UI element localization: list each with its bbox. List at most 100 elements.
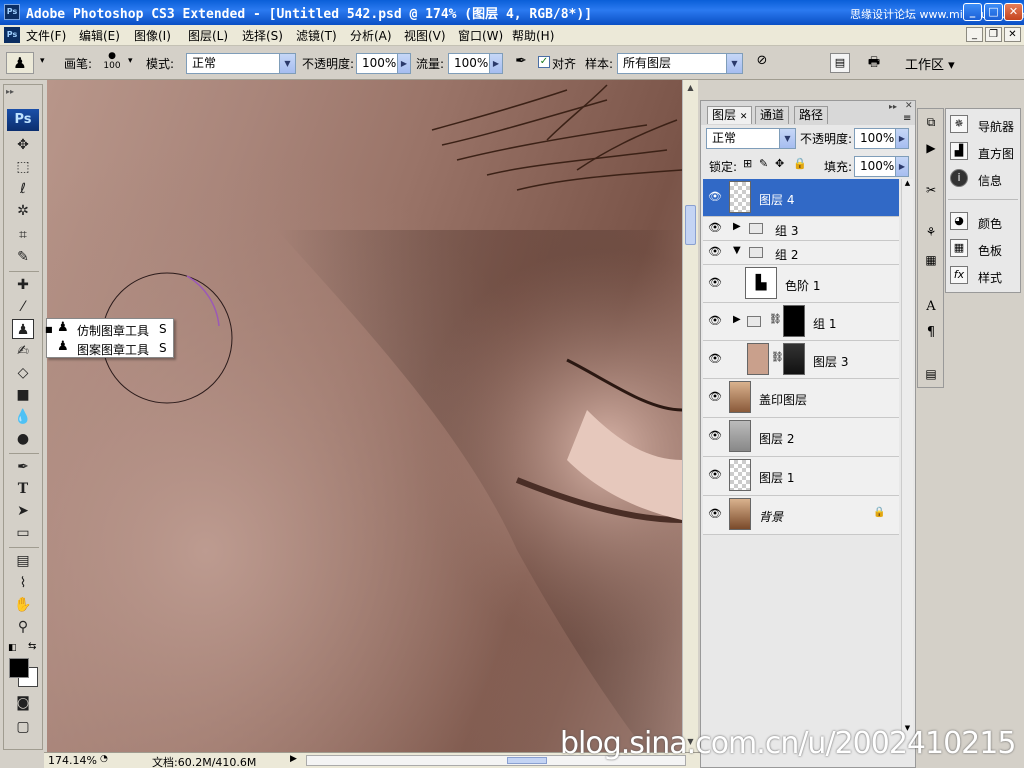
dock-styles[interactable]: fx 样式	[950, 266, 1020, 288]
layer-row-background[interactable]: 👁 背景 🔒	[703, 496, 899, 535]
menu-filter[interactable]: 滤镜(T)	[296, 27, 337, 44]
layer-row-group2[interactable]: 👁 ▼ 组 2	[703, 241, 899, 265]
layer-opacity-slider-button[interactable]: ▶	[895, 128, 909, 149]
dock-color[interactable]: ◕ 颜色	[950, 212, 1020, 234]
clone-stamp-tool[interactable]: ♟	[12, 319, 34, 339]
dock-histogram[interactable]: ▟ 直方图	[950, 142, 1020, 164]
blend-mode-select[interactable]: 正常 ▼	[706, 128, 796, 149]
hand-tool[interactable]: ✋	[12, 595, 34, 615]
tab-paths[interactable]: 路径	[794, 106, 829, 124]
workspace-menu[interactable]: 工作区 ▾	[905, 54, 955, 73]
character-panel-icon[interactable]: A	[922, 299, 940, 317]
preset-dropdown-icon[interactable]: ▾	[40, 56, 45, 66]
layer-row-group3[interactable]: 👁 ▶ 组 3	[703, 217, 899, 241]
eye-icon[interactable]: 👁	[707, 276, 723, 292]
layer-opacity-input[interactable]: 100%	[854, 128, 896, 149]
menu-analysis[interactable]: 分析(A)	[350, 27, 392, 44]
flyout-item-pattern-stamp[interactable]: ♟ 图案图章工具 S	[47, 339, 173, 358]
paragraph-panel-icon[interactable]: ¶	[922, 325, 940, 343]
minimize-button[interactable]: _	[963, 3, 982, 21]
layers-scrollbar[interactable]: ▲ ▼	[901, 179, 913, 739]
document-manager-icon[interactable]: 🖶	[862, 53, 886, 73]
brushes-panel-icon[interactable]: ⚘	[922, 225, 940, 243]
eye-icon[interactable]: 👁	[707, 314, 723, 330]
opacity-slider-button[interactable]: ▶	[397, 53, 411, 74]
scroll-up-icon[interactable]: ▲	[902, 179, 913, 191]
move-tool[interactable]: ✥	[12, 135, 34, 155]
crop-tool[interactable]: ⌗	[12, 225, 34, 245]
history-brush-tool[interactable]: ✍	[12, 341, 34, 361]
flow-input[interactable]: 100%	[448, 53, 490, 74]
panel-close-icon[interactable]: ✕	[905, 101, 913, 111]
menu-file[interactable]: 文件(F)	[26, 27, 66, 44]
lasso-tool[interactable]: ℓ	[12, 179, 34, 199]
menu-window[interactable]: 窗口(W)	[458, 27, 503, 44]
scroll-up-icon[interactable]: ▲	[684, 81, 697, 95]
mode-select[interactable]: 正常 ▼	[186, 53, 296, 74]
expand-arrow-icon[interactable]: ▶	[733, 314, 741, 325]
lock-pixels-icon[interactable]: ✎	[759, 157, 768, 170]
fill-slider-button[interactable]: ▶	[895, 156, 909, 177]
expand-arrow-icon[interactable]: ▶	[733, 221, 741, 232]
menu-view[interactable]: 视图(V)	[404, 27, 446, 44]
ignore-adjustment-layers-icon[interactable]: ⊘	[752, 53, 772, 73]
scroll-thumb[interactable]	[507, 757, 547, 764]
ps-logo[interactable]: Ps	[7, 109, 39, 131]
marquee-tool[interactable]: ⬚	[12, 157, 34, 177]
document-icon[interactable]: Ps	[4, 27, 20, 43]
dodge-tool[interactable]: ●	[12, 429, 34, 449]
panel-menu-icon[interactable]: ≡	[903, 113, 911, 124]
panel-collapse-icon[interactable]: ▸▸	[889, 102, 897, 111]
tab-layers[interactable]: 图层 ✕	[707, 106, 753, 124]
path-selection-tool[interactable]: ➤	[12, 501, 34, 521]
actions-panel-icon[interactable]: ▶	[922, 141, 940, 159]
document-canvas[interactable]	[47, 80, 682, 753]
screen-mode-icon[interactable]: ▢	[12, 717, 34, 737]
menu-edit[interactable]: 编辑(E)	[79, 27, 120, 44]
zoom-tool[interactable]: ⚲	[12, 617, 34, 637]
aligned-checkbox[interactable]: ✓	[538, 56, 550, 68]
collapse-arrow-icon[interactable]: ▼	[733, 245, 741, 256]
layer-row-layer2[interactable]: 👁 图层 2	[703, 418, 899, 457]
clone-stamp-preset-icon[interactable]: ♟	[6, 52, 34, 74]
layer-row-layer1[interactable]: 👁 图层 1	[703, 457, 899, 496]
eraser-tool[interactable]: ◇	[12, 363, 34, 383]
foreground-color-swatch[interactable]	[9, 658, 29, 678]
vertical-scrollbar[interactable]: ▲ ▼	[682, 80, 698, 753]
close-button[interactable]: ✕	[1004, 3, 1023, 21]
brush-picker[interactable]: ● 100	[97, 51, 127, 75]
eye-icon[interactable]: 👁	[707, 352, 723, 368]
eye-icon[interactable]: 👁	[707, 390, 723, 406]
maximize-button[interactable]: □	[984, 3, 1003, 21]
dock-navigator[interactable]: ✵ 导航器	[950, 115, 1020, 137]
airbrush-icon[interactable]: ✒	[510, 53, 532, 73]
status-menu-icon[interactable]: ▶	[290, 754, 297, 764]
dock-swatches[interactable]: ▦ 色板	[950, 239, 1020, 261]
flow-slider-button[interactable]: ▶	[489, 53, 503, 74]
slice-tool[interactable]: ✎	[12, 247, 34, 267]
eyedropper-tool[interactable]: ⌇	[12, 573, 34, 593]
close-icon[interactable]: ✕	[740, 112, 748, 122]
menu-image[interactable]: 图像(I)	[134, 27, 171, 44]
lock-position-icon[interactable]: ✥	[775, 157, 784, 170]
eye-icon[interactable]: 👁	[707, 190, 723, 206]
brush-dropdown-icon[interactable]: ▾	[128, 56, 133, 66]
flyout-item-clone-stamp[interactable]: ■ ♟ 仿制图章工具 S	[45, 320, 173, 339]
doc-restore-button[interactable]: ❐	[985, 27, 1002, 42]
notes-tool[interactable]: ▤	[12, 551, 34, 571]
lock-all-icon[interactable]: 🔒	[793, 157, 807, 170]
menu-select[interactable]: 选择(S)	[242, 27, 283, 44]
gradient-tool[interactable]: ■	[12, 385, 34, 405]
layer-comps-icon[interactable]: ▤	[922, 367, 940, 385]
layer-row-stamped[interactable]: 👁 盖印图层	[703, 379, 899, 418]
lock-transparency-icon[interactable]: ⊞	[743, 157, 752, 170]
doc-minimize-button[interactable]: _	[966, 27, 983, 42]
status-icon[interactable]: ◔	[100, 754, 108, 764]
brush-tool[interactable]: ⁄	[12, 297, 34, 317]
fill-input[interactable]: 100%	[854, 156, 896, 177]
clone-source-icon[interactable]: ▦	[922, 253, 940, 271]
layer-row-layer4[interactable]: 👁 图层 4	[703, 179, 899, 217]
palette-well-icon[interactable]: ▤	[830, 53, 850, 73]
healing-brush-tool[interactable]: ✚	[12, 275, 34, 295]
link-icon[interactable]: ⛓	[771, 352, 784, 363]
